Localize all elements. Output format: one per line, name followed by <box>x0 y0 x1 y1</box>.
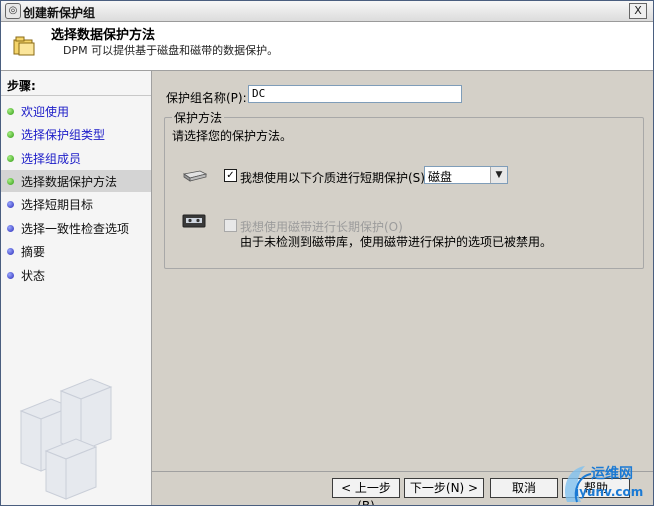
step-consistency-check: 选择一致性检查选项 <box>1 217 151 239</box>
completed-step-dot-icon <box>7 108 14 115</box>
watermark-url: iyunv.com <box>575 485 644 499</box>
step-label[interactable]: 选择组成员 <box>21 150 81 167</box>
back-button[interactable]: < 上一步(B) <box>332 478 400 505</box>
step-short-term-goals: 选择短期目标 <box>1 193 151 215</box>
completed-step-dot-icon <box>7 131 14 138</box>
page-subtitle: DPM 可以提供基于磁盘和磁带的数据保护。 <box>63 44 279 57</box>
step-label[interactable]: 欢迎使用 <box>21 103 69 120</box>
long-term-checkbox <box>224 219 237 232</box>
tape-icon <box>182 214 206 228</box>
servers-illustration-icon <box>19 378 113 500</box>
steps-sidebar: 步骤: 欢迎使用 选择保护组类型 选择组成员 选择数据保护方法 选择短期目标 选… <box>1 71 152 505</box>
pending-step-dot-icon <box>7 272 14 279</box>
pending-step-dot-icon <box>7 248 14 255</box>
completed-step-dot-icon <box>7 155 14 162</box>
steps-label: 步骤: <box>7 79 36 93</box>
step-select-members[interactable]: 选择组成员 <box>1 147 151 169</box>
folder-icon <box>13 36 35 56</box>
current-step-dot-icon <box>7 178 14 185</box>
next-button[interactable]: 下一步(N) > <box>404 478 484 498</box>
step-welcome[interactable]: 欢迎使用 <box>1 100 151 122</box>
chevron-down-icon[interactable]: ▼ <box>490 167 507 183</box>
step-label: 选择数据保护方法 <box>21 175 118 189</box>
title-bar[interactable]: ◎ 创建新保护组 X <box>1 1 653 22</box>
step-label: 摘要 <box>21 245 46 259</box>
watermark-text: 运维网 <box>591 466 633 482</box>
step-summary: 摘要 <box>1 240 151 262</box>
step-label: 选择短期目标 <box>21 198 94 212</box>
protection-method-legend: 保护方法 <box>172 109 225 126</box>
app-icon: ◎ <box>5 3 21 19</box>
pending-step-dot-icon <box>7 201 14 208</box>
close-button[interactable]: X <box>629 3 647 19</box>
group-name-input[interactable]: DC <box>248 85 462 103</box>
step-label: 选择一致性检查选项 <box>21 222 130 236</box>
step-select-protection-method: 选择数据保护方法 <box>1 170 151 192</box>
group-name-label: 保护组名称(P): <box>166 91 247 105</box>
media-select[interactable]: 磁盘 ▼ <box>424 166 508 184</box>
short-term-label[interactable]: 我想使用以下介质进行短期保护(S): <box>240 169 429 186</box>
step-status: 状态 <box>1 264 151 286</box>
dialog-window: ◎ 创建新保护组 X 选择数据保护方法 DPM 可以提供基于磁盘和磁带的数据保护… <box>0 0 654 506</box>
media-select-value: 磁盘 <box>428 170 453 184</box>
cancel-button[interactable]: 取消 <box>490 478 558 498</box>
step-label[interactable]: 选择保护组类型 <box>21 126 105 143</box>
step-select-group-type[interactable]: 选择保护组类型 <box>1 123 151 145</box>
choose-method-prompt: 请选择您的保护方法。 <box>172 129 293 143</box>
pending-step-dot-icon <box>7 225 14 232</box>
disk-icon <box>182 170 208 182</box>
short-term-checkbox[interactable]: ✓ <box>224 169 237 182</box>
page-title: 选择数据保护方法 <box>51 28 156 43</box>
steps-divider <box>1 95 151 96</box>
window-title: 创建新保护组 <box>23 6 96 20</box>
main-panel: 保护组名称(P): DC 保护方法 请选择您的保护方法。 ✓ 我想使用以下介质进… <box>152 71 653 469</box>
step-label: 状态 <box>21 269 46 283</box>
long-term-disabled-note: 由于未检测到磁带库，使用磁带进行保护的选项已被禁用。 <box>240 235 553 249</box>
wizard-header: 选择数据保护方法 DPM 可以提供基于磁盘和磁带的数据保护。 <box>1 22 653 71</box>
